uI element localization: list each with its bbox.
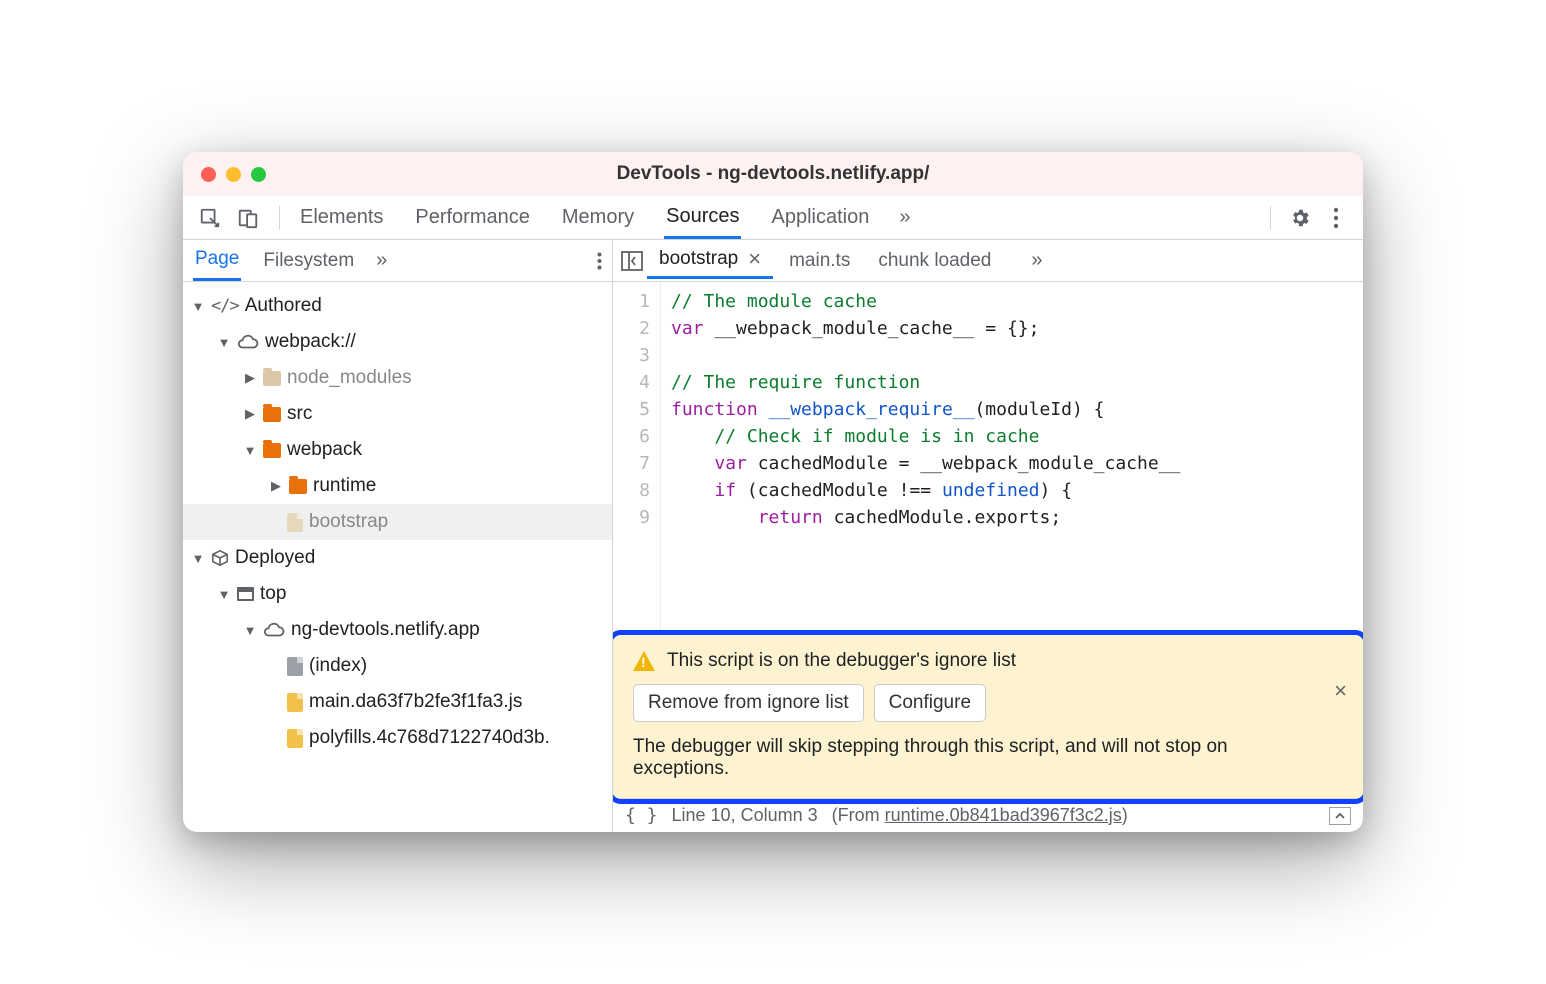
close-banner-icon[interactable]: × xyxy=(1334,678,1347,704)
warning-icon xyxy=(633,651,655,671)
panel-tabs: Elements Performance Memory Sources Appl… xyxy=(298,197,1252,239)
tree-item-node-modules[interactable]: ▶ node_modules xyxy=(183,360,612,396)
titlebar: DevTools - ng-devtools.netlify.app/ xyxy=(183,152,1363,196)
gear-icon[interactable] xyxy=(1287,205,1313,231)
cube-icon xyxy=(211,549,229,567)
tree-label: node_modules xyxy=(287,367,412,389)
tree-label: polyfills.4c768d7122740d3b. xyxy=(309,727,550,749)
frame-icon xyxy=(237,587,254,601)
navigator-tabs: Page Filesystem » xyxy=(183,240,612,282)
tree-item-webpack[interactable]: ▼ webpack:// xyxy=(183,324,612,360)
device-toolbar-icon[interactable] xyxy=(235,205,261,231)
tree-label: bootstrap xyxy=(309,511,388,533)
remove-from-ignore-list-button[interactable]: Remove from ignore list xyxy=(633,684,864,722)
file-tab-main-ts[interactable]: main.ts xyxy=(777,244,862,278)
kebab-menu-icon[interactable] xyxy=(1323,205,1349,231)
tree-group-deployed[interactable]: ▼ Deployed xyxy=(183,540,612,576)
folder-icon xyxy=(289,479,307,494)
ignore-list-banner: This script is on the debugger's ignore … xyxy=(613,636,1363,798)
toolbar-divider xyxy=(1270,206,1271,230)
configure-button[interactable]: Configure xyxy=(874,684,986,722)
tree-label: runtime xyxy=(313,475,376,497)
more-tabs-icon[interactable]: » xyxy=(899,206,910,229)
toggle-drawer-icon[interactable] xyxy=(1329,807,1351,825)
folder-icon xyxy=(263,407,281,422)
navigator-tab-page[interactable]: Page xyxy=(193,240,241,281)
tree-label: top xyxy=(260,583,286,605)
file-icon xyxy=(287,513,303,532)
file-tab-label: bootstrap xyxy=(659,248,738,270)
file-icon xyxy=(287,657,303,676)
tab-sources[interactable]: Sources xyxy=(664,197,741,239)
code-icon: </> xyxy=(211,296,239,316)
tree-item-polyfillsjs[interactable]: polyfills.4c768d7122740d3b. xyxy=(183,720,612,756)
source-map-link[interactable]: runtime.0b841bad3967f3c2.js xyxy=(885,805,1122,825)
main-toolbar: Elements Performance Memory Sources Appl… xyxy=(183,196,1363,240)
tree-label: webpack:// xyxy=(265,331,356,353)
ignore-list-banner-wrap: This script is on the debugger's ignore … xyxy=(613,636,1363,798)
tree-item-src[interactable]: ▶ src xyxy=(183,396,612,432)
tree-item-domain[interactable]: ▼ ng-devtools.netlify.app xyxy=(183,612,612,648)
file-tab-label: chunk loaded xyxy=(878,250,991,272)
file-tree: ▼</> Authored ▼ webpack:// ▶ node_module… xyxy=(183,282,612,832)
file-tab-label: main.ts xyxy=(789,250,850,272)
editor-panel: bootstrap × main.ts chunk loaded » 12345… xyxy=(613,240,1363,832)
tree-item-webpack-folder[interactable]: ▼ webpack xyxy=(183,432,612,468)
code-content[interactable]: // The module cachevar __webpack_module_… xyxy=(661,282,1363,636)
code-editor[interactable]: 123456789 // The module cachevar __webpa… xyxy=(613,282,1363,636)
more-file-tabs-icon[interactable]: » xyxy=(1031,249,1042,272)
file-tabs: bootstrap × main.ts chunk loaded » xyxy=(613,240,1363,282)
tree-label: src xyxy=(287,403,312,425)
from-source: (From runtime.0b841bad3967f3c2.js) xyxy=(832,805,1128,826)
cloud-icon xyxy=(263,622,285,638)
tab-performance[interactable]: Performance xyxy=(413,198,532,237)
file-tab-chunk-loaded[interactable]: chunk loaded xyxy=(866,244,1003,278)
tree-item-runtime[interactable]: ▶ runtime xyxy=(183,468,612,504)
editor-statusbar: { } Line 10, Column 3 (From runtime.0b84… xyxy=(613,798,1363,832)
tab-elements[interactable]: Elements xyxy=(298,198,385,237)
pretty-print-icon[interactable]: { } xyxy=(625,805,658,826)
file-icon xyxy=(287,729,303,748)
tree-item-bootstrap[interactable]: bootstrap xyxy=(183,504,612,540)
folder-icon xyxy=(263,443,281,458)
navigator-sidebar: Page Filesystem » ▼</> Authored ▼ webpac… xyxy=(183,240,613,832)
toolbar-divider xyxy=(279,206,280,230)
tab-memory[interactable]: Memory xyxy=(560,198,636,237)
navigator-tab-filesystem[interactable]: Filesystem xyxy=(261,242,356,280)
tree-label: webpack xyxy=(287,439,362,461)
tree-item-mainjs[interactable]: main.da63f7b2fe3f1fa3.js xyxy=(183,684,612,720)
banner-title: This script is on the debugger's ignore … xyxy=(667,650,1016,672)
close-tab-icon[interactable]: × xyxy=(748,248,761,270)
cloud-icon xyxy=(237,334,259,350)
navigator-kebab-icon[interactable] xyxy=(597,252,602,270)
inspect-element-icon[interactable] xyxy=(197,205,223,231)
tree-item-top[interactable]: ▼ top xyxy=(183,576,612,612)
line-gutter: 123456789 xyxy=(613,282,661,636)
tree-item-index[interactable]: (index) xyxy=(183,648,612,684)
file-tab-bootstrap[interactable]: bootstrap × xyxy=(647,242,773,279)
tree-label: Authored xyxy=(245,295,322,317)
folder-icon xyxy=(263,371,281,386)
tree-label: (index) xyxy=(309,655,367,677)
tree-group-authored[interactable]: ▼</> Authored xyxy=(183,288,612,324)
banner-description: The debugger will skip stepping through … xyxy=(633,736,1319,780)
window-title: DevTools - ng-devtools.netlify.app/ xyxy=(183,163,1363,185)
cursor-position: Line 10, Column 3 xyxy=(672,805,818,826)
file-icon xyxy=(287,693,303,712)
devtools-window: DevTools - ng-devtools.netlify.app/ Elem… xyxy=(183,152,1363,832)
more-navigator-tabs-icon[interactable]: » xyxy=(376,249,387,272)
tree-label: Deployed xyxy=(235,547,315,569)
tree-label: ng-devtools.netlify.app xyxy=(291,619,480,641)
tree-label: main.da63f7b2fe3f1fa3.js xyxy=(309,691,522,713)
toggle-navigator-icon[interactable] xyxy=(621,251,643,271)
tab-application[interactable]: Application xyxy=(769,198,871,237)
